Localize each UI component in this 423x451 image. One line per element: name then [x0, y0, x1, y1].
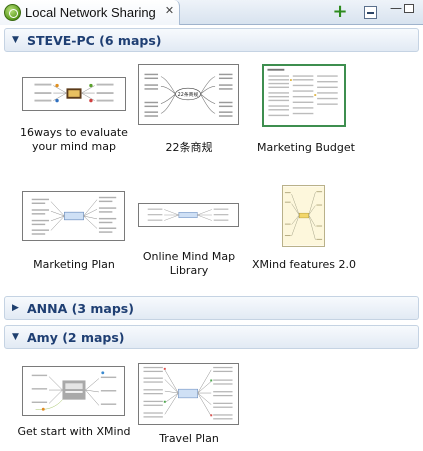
- add-icon[interactable]: +: [332, 3, 348, 21]
- expand-arrow-icon: ▼: [12, 35, 19, 45]
- map-thumbnail-marketing-budget[interactable]: [262, 64, 346, 127]
- expand-arrow-icon: ▼: [12, 332, 19, 342]
- shared-maps-panel: ▼ STEVE-PC (6 maps) 16ways to evaluate y…: [4, 28, 419, 451]
- tab-local-network-sharing[interactable]: Local Network Sharing ✕: [0, 0, 180, 25]
- map-thumbnail-marketing-plan[interactable]: [22, 191, 125, 241]
- section-title: Amy (2 maps): [27, 330, 125, 345]
- section-title: ANNA (3 maps): [27, 301, 134, 316]
- mind-map-preview: 22条商规: [144, 73, 233, 117]
- section-header-amy[interactable]: ▼ Amy (2 maps): [4, 325, 419, 349]
- mind-map-preview: [31, 196, 117, 235]
- map-thumbnail-22[interactable]: 22条商规: [138, 64, 239, 125]
- collapse-all-icon[interactable]: [364, 6, 377, 19]
- map-label-22[interactable]: 22条商规: [127, 141, 251, 155]
- map-label-marketing-budget[interactable]: Marketing Budget: [244, 141, 368, 155]
- map2-center-text: 22条商规: [178, 91, 199, 98]
- minimize-icon[interactable]: —: [388, 1, 404, 17]
- mind-map-preview: [267, 68, 338, 117]
- map-label-marketing-plan[interactable]: Marketing Plan: [12, 258, 136, 272]
- mind-map-preview: [143, 366, 233, 420]
- map-thumbnail-16ways[interactable]: [22, 77, 126, 111]
- map-label-travel-plan[interactable]: Travel Plan: [127, 432, 251, 446]
- mind-map-preview: [147, 208, 229, 221]
- view-title-bar: Local Network Sharing ✕ + —: [0, 0, 423, 25]
- map-thumbnail-xmind-features[interactable]: [282, 185, 325, 247]
- tab-title: Local Network Sharing: [25, 5, 156, 20]
- map-label-16ways[interactable]: 16ways to evaluate your mind map: [12, 126, 136, 154]
- section-header-anna[interactable]: ▶ ANNA (3 maps): [4, 296, 419, 320]
- mind-map-preview: [283, 186, 324, 246]
- section-title: STEVE-PC (6 maps): [27, 33, 162, 48]
- mind-map-preview: [31, 371, 117, 411]
- map-label-get-start[interactable]: Get start with XMind: [12, 425, 136, 439]
- maximize-icon[interactable]: [404, 4, 414, 13]
- map-thumbnail-get-start[interactable]: [22, 366, 125, 416]
- map-label-xmind-features[interactable]: XMind features 2.0: [242, 258, 366, 272]
- section-header-steve-pc[interactable]: ▼ STEVE-PC (6 maps): [4, 28, 419, 52]
- mind-map-preview: [34, 83, 114, 103]
- close-icon[interactable]: ✕: [163, 4, 176, 17]
- map-thumbnail-travel-plan[interactable]: [138, 363, 239, 425]
- map-thumbnail-online-library[interactable]: [138, 203, 239, 227]
- xmind-share-icon: [4, 4, 21, 21]
- collapse-arrow-icon: ▶: [12, 303, 19, 313]
- map-label-online-library[interactable]: Online Mind Map Library: [127, 250, 251, 278]
